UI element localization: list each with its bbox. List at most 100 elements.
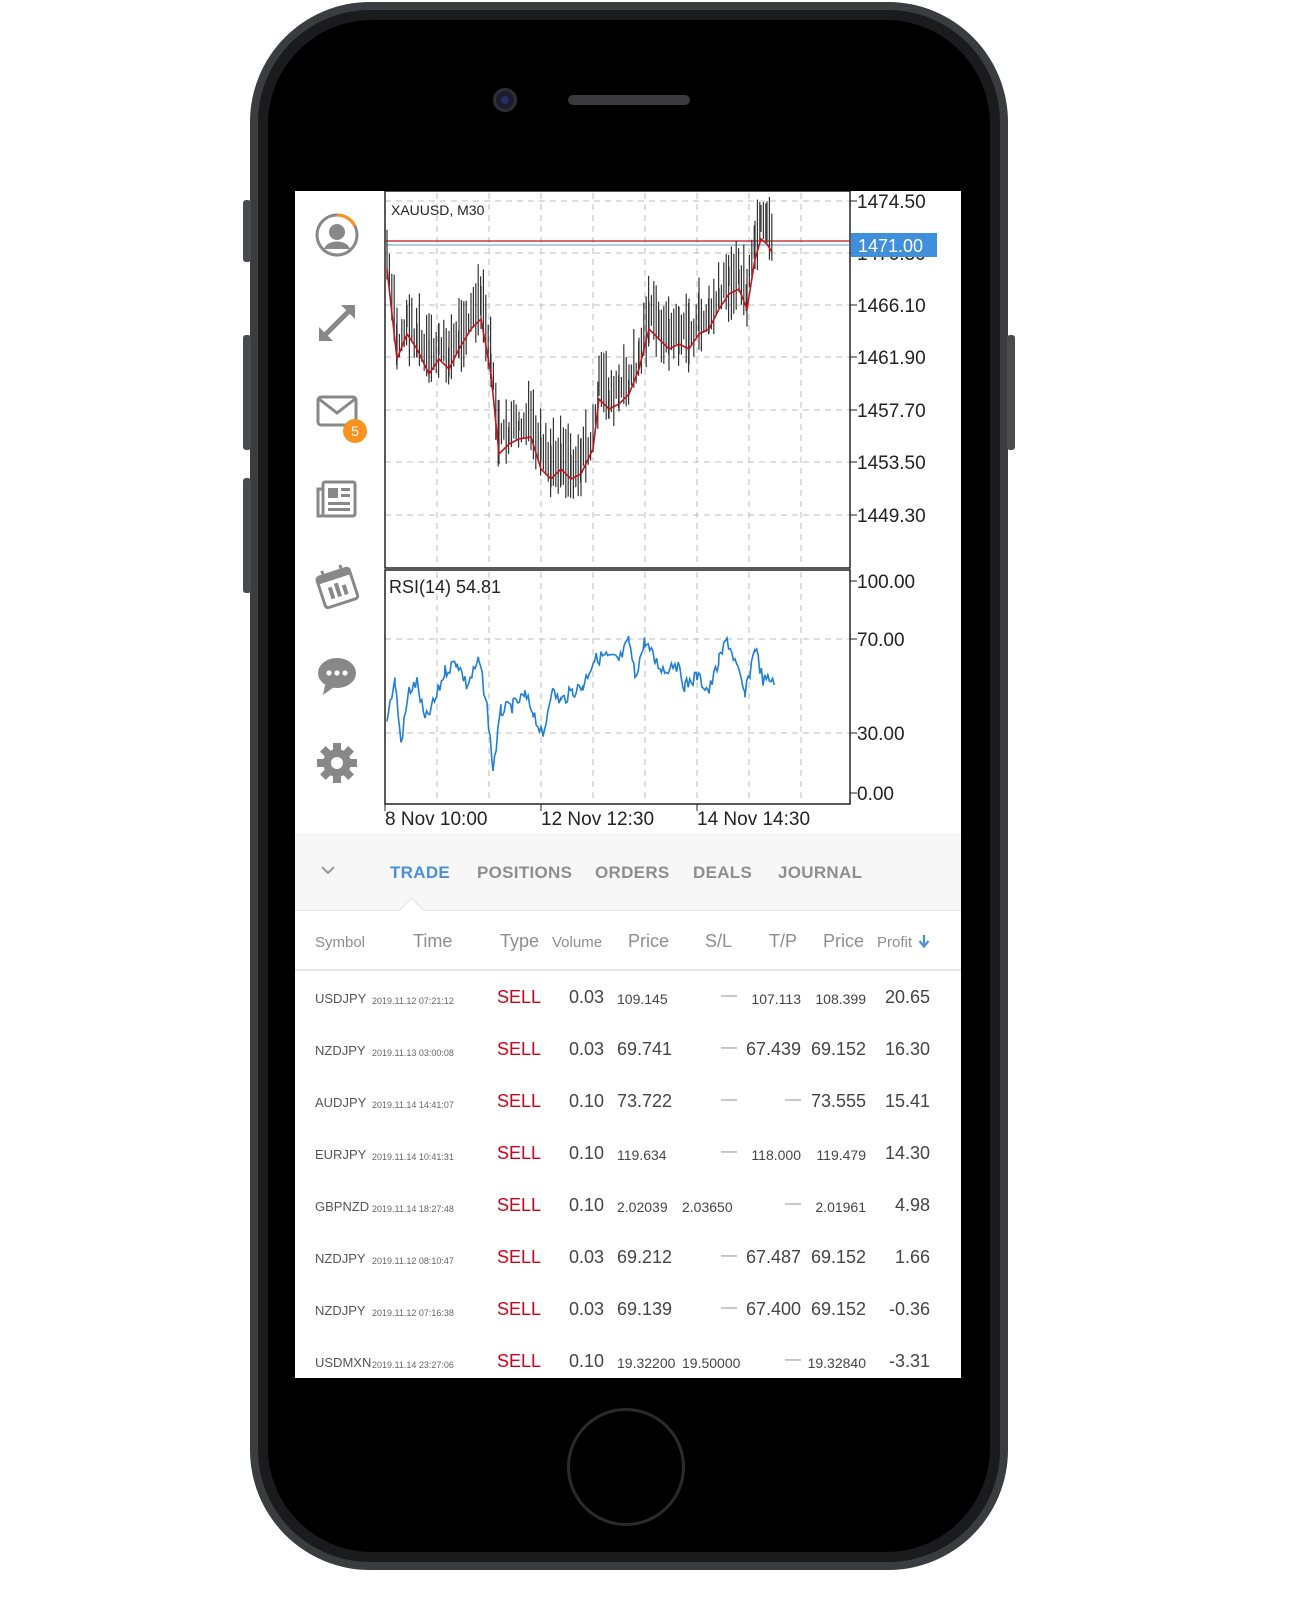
- row-type: SELL: [497, 1247, 542, 1267]
- earpiece-speaker: [568, 95, 690, 105]
- col-volume[interactable]: Volume: [552, 934, 602, 951]
- rsi-label: RSI(14) 54.81: [389, 577, 501, 597]
- table-row[interactable]: NZDJPY 2019.11.13 03:00:08 SELL 0.03 69.741—…: [295, 1023, 961, 1075]
- row-type: SELL: [497, 987, 542, 1007]
- chart-canvas[interactable]: XAUUSD, M30 RSI(14) 54.81 1474.501470.30…: [383, 191, 961, 831]
- volume-up-button: [243, 335, 251, 450]
- table-row[interactable]: EURJPY 2019.11.14 10:41:31 SELL 0.10 119.634…: [295, 1127, 961, 1179]
- row-time: 2019.11.13 03:00:08: [372, 1048, 454, 1058]
- row-volume: 0.03: [569, 1039, 605, 1059]
- col-time[interactable]: Time: [413, 931, 452, 952]
- table-row[interactable]: AUDJPY 2019.11.14 14:41:07 SELL 0.10 73.722—…: [295, 1075, 961, 1127]
- main-plot-frame: [384, 191, 851, 569]
- rsi-level-label: 0.00: [857, 784, 894, 805]
- row-open-price: 69.741: [617, 1039, 673, 1059]
- symbol-label: XAUUSD, M30: [391, 202, 485, 218]
- tab-orders[interactable]: ORDERS: [595, 863, 670, 883]
- col-type[interactable]: Type: [500, 931, 539, 952]
- row-open-price: 19.32200: [617, 1355, 676, 1371]
- row-time: 2019.11.14 14:41:07: [372, 1100, 454, 1110]
- tab-positions[interactable]: POSITIONS: [477, 863, 572, 883]
- col-price[interactable]: Price: [628, 931, 669, 952]
- row-volume: 0.10: [569, 1195, 605, 1215]
- row-type: SELL: [497, 1091, 542, 1111]
- row-symbol: NZDJPY: [315, 1303, 366, 1318]
- table-row[interactable]: USDMXN 2019.11.14 23:27:06 SELL 0.10 19.3220…: [295, 1335, 961, 1378]
- table-row[interactable]: USDJPY 2019.11.12 07:21:12 SELL 0.03 109.145…: [295, 971, 961, 1023]
- sort-descending-icon[interactable]: [918, 934, 930, 948]
- col-current-price[interactable]: Price: [823, 931, 864, 952]
- row-volume: 0.10: [569, 1091, 605, 1111]
- row-symbol: NZDJPY: [315, 1251, 366, 1266]
- row-type: SELL: [497, 1143, 542, 1163]
- row-type: SELL: [497, 1351, 542, 1371]
- rsi-level-label: 100.00: [857, 572, 915, 593]
- row-profit: 16.30: [884, 1039, 930, 1059]
- chat-icon[interactable]: [313, 651, 361, 699]
- moving-average-line: [386, 237, 773, 481]
- row-volume: 0.10: [569, 1143, 605, 1163]
- chevron-down-icon[interactable]: [321, 863, 335, 877]
- price-level-label: 1453.50: [857, 453, 926, 474]
- trade-arrows-icon[interactable]: [313, 299, 361, 347]
- power-button: [1007, 335, 1015, 450]
- tab-trade[interactable]: TRADE: [390, 863, 450, 883]
- settings-icon[interactable]: [313, 739, 361, 787]
- table-header: Symbol Time Type Volume Price S/L T/P Pr…: [295, 911, 961, 971]
- row-type: SELL: [497, 1195, 542, 1215]
- row-time: 2019.11.12 07:21:12: [372, 996, 454, 1006]
- news-icon[interactable]: [313, 475, 361, 523]
- row-open-price: 109.145: [617, 991, 668, 1007]
- col-sl[interactable]: S/L: [705, 931, 732, 952]
- row-symbol: NZDJPY: [315, 1043, 366, 1058]
- col-symbol[interactable]: Symbol: [315, 934, 365, 951]
- price-level-label: 1466.10: [857, 296, 926, 317]
- time-label: 12 Nov 12:30: [541, 809, 654, 830]
- rsi-level-label: 30.00: [857, 724, 905, 745]
- row-symbol: AUDJPY: [315, 1095, 367, 1110]
- row-symbol: EURJPY: [315, 1147, 367, 1162]
- account-icon[interactable]: [313, 211, 361, 259]
- row-time: 2019.11.14 18:27:48: [372, 1204, 454, 1214]
- row-time: 2019.11.12 07:16:38: [372, 1308, 454, 1318]
- time-label: 14 Nov 14:30: [697, 809, 810, 830]
- row-open-price: 69.139: [617, 1299, 673, 1319]
- table-row[interactable]: NZDJPY 2019.11.12 08:10:47 SELL 0.03 69.212—…: [295, 1231, 961, 1283]
- price-level-label: 1457.70: [857, 401, 926, 422]
- row-volume: 0.03: [569, 987, 605, 1007]
- row-profit: 20.65: [884, 987, 930, 1007]
- calendar-icon[interactable]: [313, 563, 361, 611]
- col-profit[interactable]: Profit: [877, 934, 912, 951]
- row-symbol: USDMXN: [315, 1355, 372, 1370]
- tab-deals[interactable]: DEALS: [693, 863, 752, 883]
- row-open-price: 2.02039: [617, 1199, 668, 1215]
- row-profit: 15.41: [884, 1091, 930, 1111]
- row-profit: 14.30: [884, 1143, 930, 1163]
- tab-journal[interactable]: JOURNAL: [778, 863, 862, 883]
- col-tp[interactable]: T/P: [769, 931, 797, 952]
- volume-down-button: [243, 478, 251, 593]
- time-label: 8 Nov 10:00: [385, 809, 487, 830]
- rsi-plot-frame: [384, 569, 851, 805]
- row-profit: -0.36: [888, 1299, 930, 1319]
- row-profit: -3.31: [888, 1351, 930, 1371]
- table-row[interactable]: NZDJPY 2019.11.12 07:16:38 SELL 0.03 69.139—…: [295, 1283, 961, 1335]
- home-button[interactable]: [567, 1408, 685, 1526]
- row-time: 2019.11.14 23:27:06: [372, 1360, 454, 1370]
- price-level-label: 1449.30: [857, 506, 926, 527]
- sidebar: 5: [295, 191, 383, 831]
- current-price-label: 1471.00: [858, 236, 923, 256]
- price-chart[interactable]: XAUUSD, M30 RSI(14) 54.81 1474.501470.30…: [383, 191, 961, 831]
- row-type: SELL: [497, 1039, 542, 1059]
- rsi-line: [386, 635, 775, 771]
- row-volume: 0.03: [569, 1299, 605, 1319]
- row-volume: 0.03: [569, 1247, 605, 1267]
- row-time: 2019.11.12 08:10:47: [372, 1256, 454, 1266]
- rsi-level-label: 70.00: [857, 630, 905, 651]
- table-row[interactable]: GBPNZD 2019.11.14 18:27:48 SELL 0.10 2.02039…: [295, 1179, 961, 1231]
- app-screen: 5 XAUUSD, M30 RSI(14) 54.81 1474.50 1466…: [295, 191, 961, 1378]
- mail-badge: 5: [343, 419, 367, 443]
- row-open-price: 69.212: [617, 1247, 673, 1267]
- row-open-price: 119.634: [617, 1147, 667, 1163]
- front-camera: [493, 88, 517, 112]
